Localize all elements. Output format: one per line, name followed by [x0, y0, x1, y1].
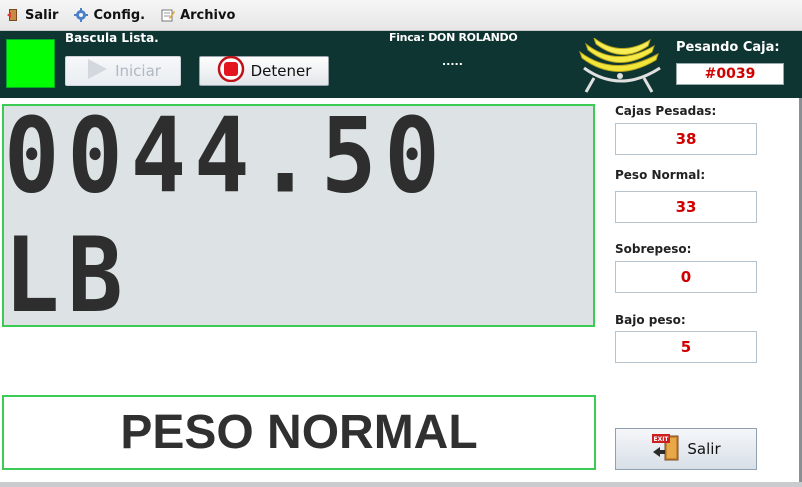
- detener-label: Detener: [250, 62, 312, 80]
- menu-archivo-label: Archivo: [180, 7, 236, 23]
- salir-label: Salir: [687, 440, 721, 458]
- window-bottom-border: [0, 482, 802, 487]
- farm-status-dots: .....: [442, 55, 463, 68]
- salir-button[interactable]: EXIT Salir: [615, 428, 757, 470]
- gear-icon: [74, 8, 89, 22]
- edit-file-icon: [161, 8, 176, 22]
- menu-config-label: Config.: [93, 7, 146, 23]
- menu-bar: Salir Config. Archivo: [0, 0, 802, 31]
- caja-number-field: #0039: [676, 63, 784, 85]
- weight-value: 0044.50 LB: [4, 95, 448, 336]
- banana-scale-logo: [576, 36, 662, 94]
- weight-status-message: PESO NORMAL: [120, 406, 478, 459]
- sobrepeso-field: 0: [615, 261, 757, 293]
- bajo-peso-field: 5: [615, 331, 757, 363]
- menu-salir-label: Salir: [25, 7, 59, 23]
- stop-icon: [217, 55, 245, 86]
- play-icon: [85, 58, 109, 84]
- exit-icon: EXIT: [651, 432, 681, 466]
- peso-normal-field: 33: [615, 191, 757, 223]
- menu-config[interactable]: Config.: [66, 0, 153, 30]
- cajas-pesadas-label: Cajas Pesadas:: [615, 104, 717, 118]
- weight-display: 0044.50 LB: [2, 96, 595, 335]
- header-panel: Bascula Lista. Iniciar Detener Finca: DO…: [0, 31, 802, 98]
- menu-salir[interactable]: Salir: [0, 0, 66, 30]
- peso-normal-label: Peso Normal:: [615, 168, 706, 182]
- exit-door-icon: [6, 8, 20, 22]
- menu-archivo[interactable]: Archivo: [153, 0, 243, 30]
- weight-status-panel: PESO NORMAL: [2, 395, 596, 470]
- cajas-pesadas-field: 38: [615, 123, 757, 155]
- sobrepeso-label: Sobrepeso:: [615, 242, 692, 256]
- farm-name: Finca: DON ROLANDO: [389, 31, 518, 44]
- iniciar-label: Iniciar: [115, 62, 161, 80]
- svg-text:EXIT: EXIT: [654, 436, 670, 443]
- pesando-caja-label: Pesando Caja:: [676, 40, 780, 55]
- bajo-peso-label: Bajo peso:: [615, 313, 686, 327]
- scale-status-indicator: [6, 39, 55, 88]
- iniciar-button[interactable]: Iniciar: [65, 56, 181, 86]
- scale-status-text: Bascula Lista.: [65, 31, 159, 45]
- detener-button[interactable]: Detener: [199, 55, 329, 86]
